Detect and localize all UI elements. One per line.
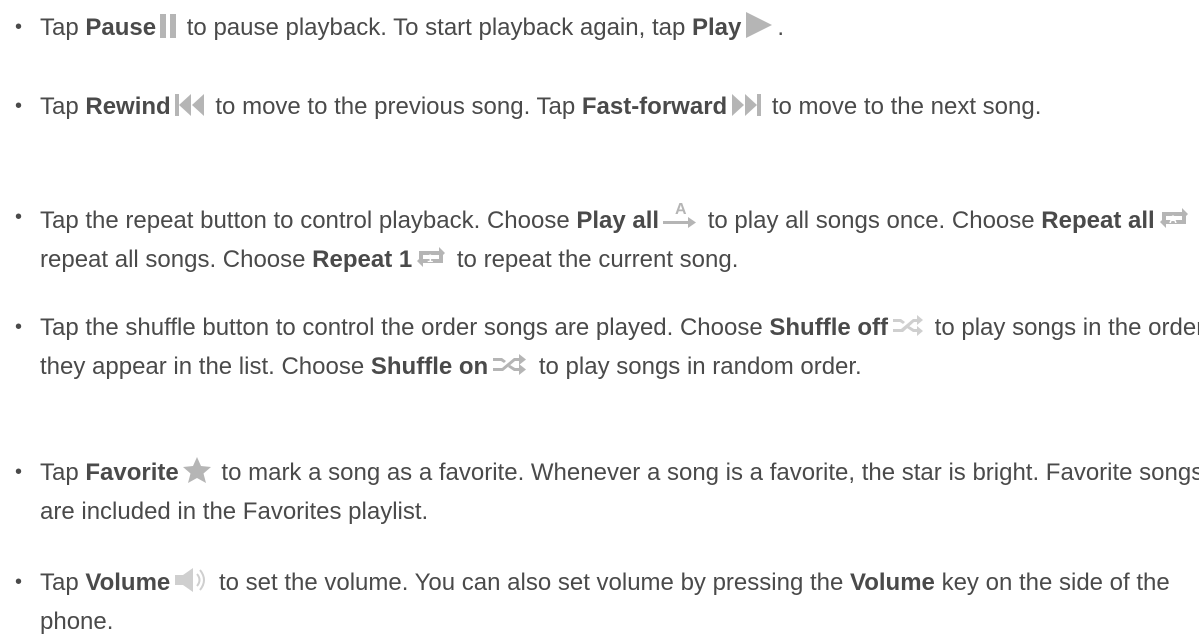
- repeat-one-label: Repeat 1: [312, 246, 413, 273]
- item-text: Tap the shuffle button to control the or…: [40, 314, 770, 341]
- item-text: to move to the next song.: [765, 93, 1042, 120]
- list-item-volume: • Tap Volume to set the volume. You can …: [0, 565, 1199, 639]
- shuffle-on-icon: [491, 350, 529, 388]
- shuffle-on-label: Shuffle on: [370, 353, 489, 380]
- list-item-pause-play: • Tap Pause to pause playback. To start …: [0, 10, 1199, 49]
- list-item-favorite: • Tap Favorite to mark a song as a favor…: [0, 455, 1199, 529]
- bullet: •: [15, 206, 23, 228]
- bullet: •: [15, 16, 23, 38]
- item-text: Tap: [40, 569, 86, 596]
- shuffle-off-label: Shuffle off: [769, 314, 889, 341]
- star-icon: [182, 456, 212, 494]
- bullet: •: [15, 571, 23, 593]
- item-text: to pause playback. To start playback aga…: [180, 14, 692, 41]
- repeat-all-label: Repeat all: [1041, 207, 1155, 234]
- volume-key-label: Volume: [850, 569, 935, 596]
- play-all-icon: A: [662, 200, 698, 242]
- item-text: Tap the repeat button to control playbac…: [40, 207, 577, 234]
- item-text: .: [777, 14, 785, 41]
- item-text: to play all songs once. Choose: [701, 207, 1042, 234]
- repeat-all-icon: A: [1158, 204, 1190, 242]
- bullet: •: [15, 95, 23, 117]
- bullet: •: [15, 316, 23, 338]
- list-item-shuffle: • Tap the shuffle button to control the …: [0, 310, 1199, 388]
- rewind-label: Rewind: [85, 93, 171, 120]
- pause-label: Pause: [85, 14, 157, 41]
- pause-icon: [159, 13, 177, 49]
- favorite-label: Favorite: [85, 459, 179, 486]
- svg-text:A: A: [1169, 214, 1177, 226]
- repeat-one-icon: 1: [415, 243, 447, 281]
- item-text: Tap: [40, 14, 86, 41]
- svg-text:A: A: [675, 201, 687, 218]
- play-all-label: Play all: [576, 207, 660, 234]
- item-text: to move to the previous song. Tap: [208, 93, 582, 120]
- item-text: Tap: [40, 459, 86, 486]
- item-text: to mark a song as a favorite. Whenever a…: [40, 459, 1199, 525]
- item-text: to set the volume. You can also set volu…: [212, 569, 850, 596]
- list-item-rewind-forward: • Tap Rewind to move to the previous son…: [0, 89, 1199, 128]
- item-text: Tap: [40, 93, 86, 120]
- volume-label: Volume: [85, 569, 171, 596]
- volume-icon: [173, 566, 209, 604]
- play-icon: [744, 11, 774, 49]
- svg-text:1: 1: [427, 253, 433, 265]
- shuffle-off-icon: [891, 311, 925, 349]
- fast-forward-label: Fast-forward: [581, 93, 728, 120]
- item-text: to play songs in random order.: [532, 353, 862, 380]
- play-label: Play: [691, 14, 742, 41]
- rewind-icon: [174, 92, 206, 128]
- list-item-repeat: • Tap the repeat button to control playb…: [0, 200, 1199, 281]
- bullet: •: [15, 461, 23, 483]
- item-text: to repeat the current song.: [450, 246, 739, 273]
- fast-forward-icon: [730, 92, 762, 128]
